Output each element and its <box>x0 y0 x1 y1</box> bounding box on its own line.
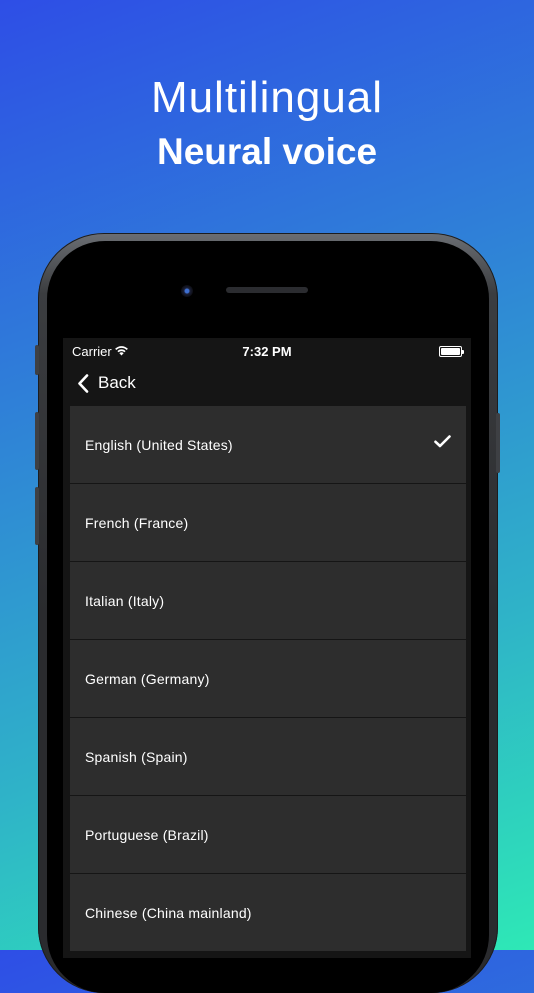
earpiece-speaker <box>226 287 308 293</box>
volume-up-button <box>35 412 39 470</box>
chevron-left-icon <box>78 373 89 393</box>
language-row-english-us[interactable]: English (United States) <box>70 406 466 483</box>
status-time: 7:32 PM <box>242 344 292 359</box>
front-camera-icon <box>181 285 193 297</box>
language-list: English (United States) French (France) … <box>70 406 466 952</box>
back-button[interactable]: Back <box>77 368 136 398</box>
language-row-portuguese[interactable]: Portuguese (Brazil) <box>70 796 466 873</box>
headline-subtitle: Neural voice <box>156 131 378 172</box>
power-button <box>496 413 500 473</box>
navigation-bar: Back <box>63 364 471 406</box>
headline-title: Multilingual <box>150 73 384 122</box>
language-row-chinese[interactable]: Chinese (China mainland) <box>70 874 466 951</box>
checkmark-icon <box>434 435 451 448</box>
language-label: German (Germany) <box>85 670 210 687</box>
language-label: Chinese (China mainland) <box>85 904 252 921</box>
status-bar: Carrier 7:32 PM <box>63 338 471 364</box>
language-row-spanish[interactable]: Spanish (Spain) <box>70 718 466 795</box>
language-label: Portuguese (Brazil) <box>85 826 209 843</box>
language-row-italian[interactable]: Italian (Italy) <box>70 562 466 639</box>
volume-down-button <box>35 487 39 545</box>
headline: Multilingual Neural voice <box>0 72 534 182</box>
language-row-german[interactable]: German (Germany) <box>70 640 466 717</box>
mute-switch <box>35 345 39 375</box>
back-button-label: Back <box>98 373 136 392</box>
language-label: English (United States) <box>85 436 233 453</box>
language-row-french[interactable]: French (France) <box>70 484 466 561</box>
language-label: Spanish (Spain) <box>85 748 188 765</box>
battery-icon <box>439 346 464 357</box>
phone-screen: Carrier 7:32 PM Back English (United Sta… <box>63 338 471 958</box>
language-label: French (France) <box>85 514 189 531</box>
language-label: Italian (Italy) <box>85 592 165 609</box>
